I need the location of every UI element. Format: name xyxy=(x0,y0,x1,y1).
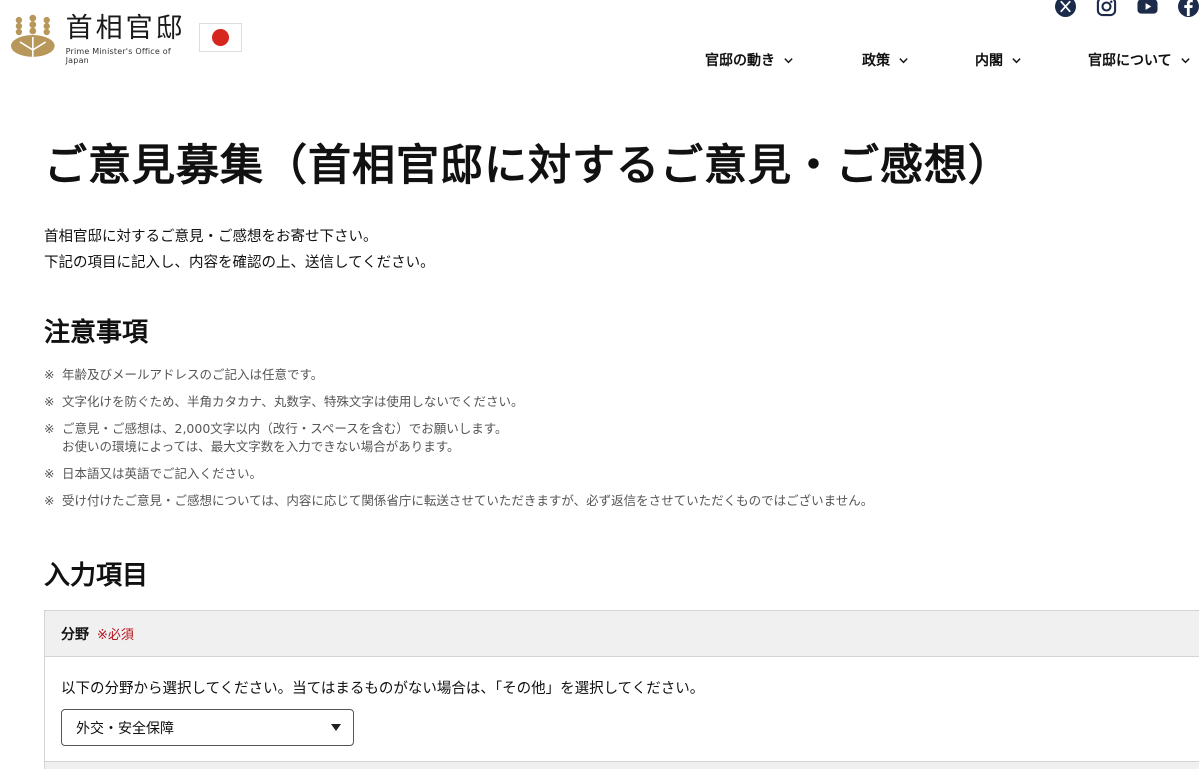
note-mark: ※ xyxy=(44,367,55,382)
site-header: 首相官邸 Prime Minister's Office of Japan 官邸… xyxy=(0,0,1199,90)
flag-sun xyxy=(212,29,229,46)
note-mark: ※ xyxy=(44,394,55,409)
note-text: お使いの環境によっては、最大文字数を入力できない場合があります。 xyxy=(62,439,460,454)
note-text: ご意見・ご感想は、2,000文字以内（改行・スペースを含む）でお願いします。 xyxy=(62,421,508,436)
intro-line: 首相官邸に対するご意見・ご感想をお寄せ下さい。 xyxy=(44,229,378,245)
nav-item-label: 内閣 xyxy=(975,53,1003,69)
note-item: ※ 年齢及びメールアドレスのご記入は任意です。 xyxy=(44,366,873,384)
chevron-down-icon xyxy=(1012,57,1021,63)
note-text: 年齢及びメールアドレスのご記入は任意です。 xyxy=(62,367,324,382)
required-badge: ※必須 xyxy=(97,628,134,643)
logo-title: 首相官邸 xyxy=(65,13,186,44)
chevron-down-icon xyxy=(784,57,793,63)
category-select[interactable]: 外交・安全保障 xyxy=(61,709,354,746)
x-icon[interactable] xyxy=(1055,0,1076,17)
note-item: ※ 日本語又は英語でご記入ください。 xyxy=(44,465,873,483)
note-mark: ※ xyxy=(44,421,55,436)
note-text: 文字化けを防ぐため、半角カタカナ、丸数字、特殊文字は使用しないでください。 xyxy=(62,394,524,409)
next-field-header xyxy=(45,761,1199,769)
chevron-down-icon xyxy=(899,57,908,63)
page-title: ご意見募集（首相官邸に対するご意見・ご感想） xyxy=(44,141,1012,191)
field-label: 分野 xyxy=(61,626,89,643)
youtube-icon[interactable] xyxy=(1137,0,1158,17)
intro-line: 下記の項目に記入し、内容を確認の上、送信してください。 xyxy=(44,255,435,271)
notes-list: ※ 年齢及びメールアドレスのご記入は任意です。 ※ 文字化けを防ぐため、半角カタ… xyxy=(44,366,873,519)
note-mark: ※ xyxy=(44,466,55,481)
chevron-down-icon xyxy=(1180,57,1190,63)
caret-down-icon xyxy=(331,724,341,731)
form-heading: 入力項目 xyxy=(44,561,149,591)
note-item: ※ 受け付けたご意見・ご感想については、内容に応じて関係省庁に転送させていただき… xyxy=(44,492,873,510)
nav-item-policy[interactable]: 政策 xyxy=(862,48,909,72)
note-item: ※ ご意見・ご感想は、2,000文字以内（改行・スペースを含む）でお願いします。… xyxy=(44,420,873,456)
form-field-category: 分野 ※必須 以下の分野から選択してください。当てはまるものがない場合は、「その… xyxy=(44,610,1199,769)
note-mark: ※ xyxy=(44,493,55,508)
facebook-icon[interactable] xyxy=(1178,0,1199,17)
field-description: 以下の分野から選択してください。当てはまるものがない場合は、「その他」を選択して… xyxy=(61,681,705,697)
main-nav: 官邸の動き 政策 内閣 官邸について xyxy=(0,48,1199,72)
nav-item-label: 官邸について xyxy=(1088,53,1172,69)
nav-item-about[interactable]: 官邸について xyxy=(1088,48,1191,72)
instagram-icon[interactable] xyxy=(1096,0,1117,17)
nav-item-cabinet[interactable]: 内閣 xyxy=(975,48,1022,72)
nav-item-label: 官邸の動き xyxy=(705,53,775,69)
note-item: ※ 文字化けを防ぐため、半角カタカナ、丸数字、特殊文字は使用しないでください。 xyxy=(44,393,873,411)
note-text: 受け付けたご意見・ご感想については、内容に応じて関係省庁に転送させていただきます… xyxy=(62,493,874,508)
notes-heading: 注意事項 xyxy=(44,318,149,348)
social-links xyxy=(1055,0,1199,22)
field-header: 分野 ※必須 xyxy=(45,611,1199,657)
select-value: 外交・安全保障 xyxy=(76,720,174,737)
nav-item-label: 政策 xyxy=(862,53,890,69)
intro-text: 首相官邸に対するご意見・ご感想をお寄せ下さい。 下記の項目に記入し、内容を確認の… xyxy=(44,224,435,276)
nav-item-activities[interactable]: 官邸の動き xyxy=(705,48,794,72)
note-text: 日本語又は英語でご記入ください。 xyxy=(62,466,263,481)
